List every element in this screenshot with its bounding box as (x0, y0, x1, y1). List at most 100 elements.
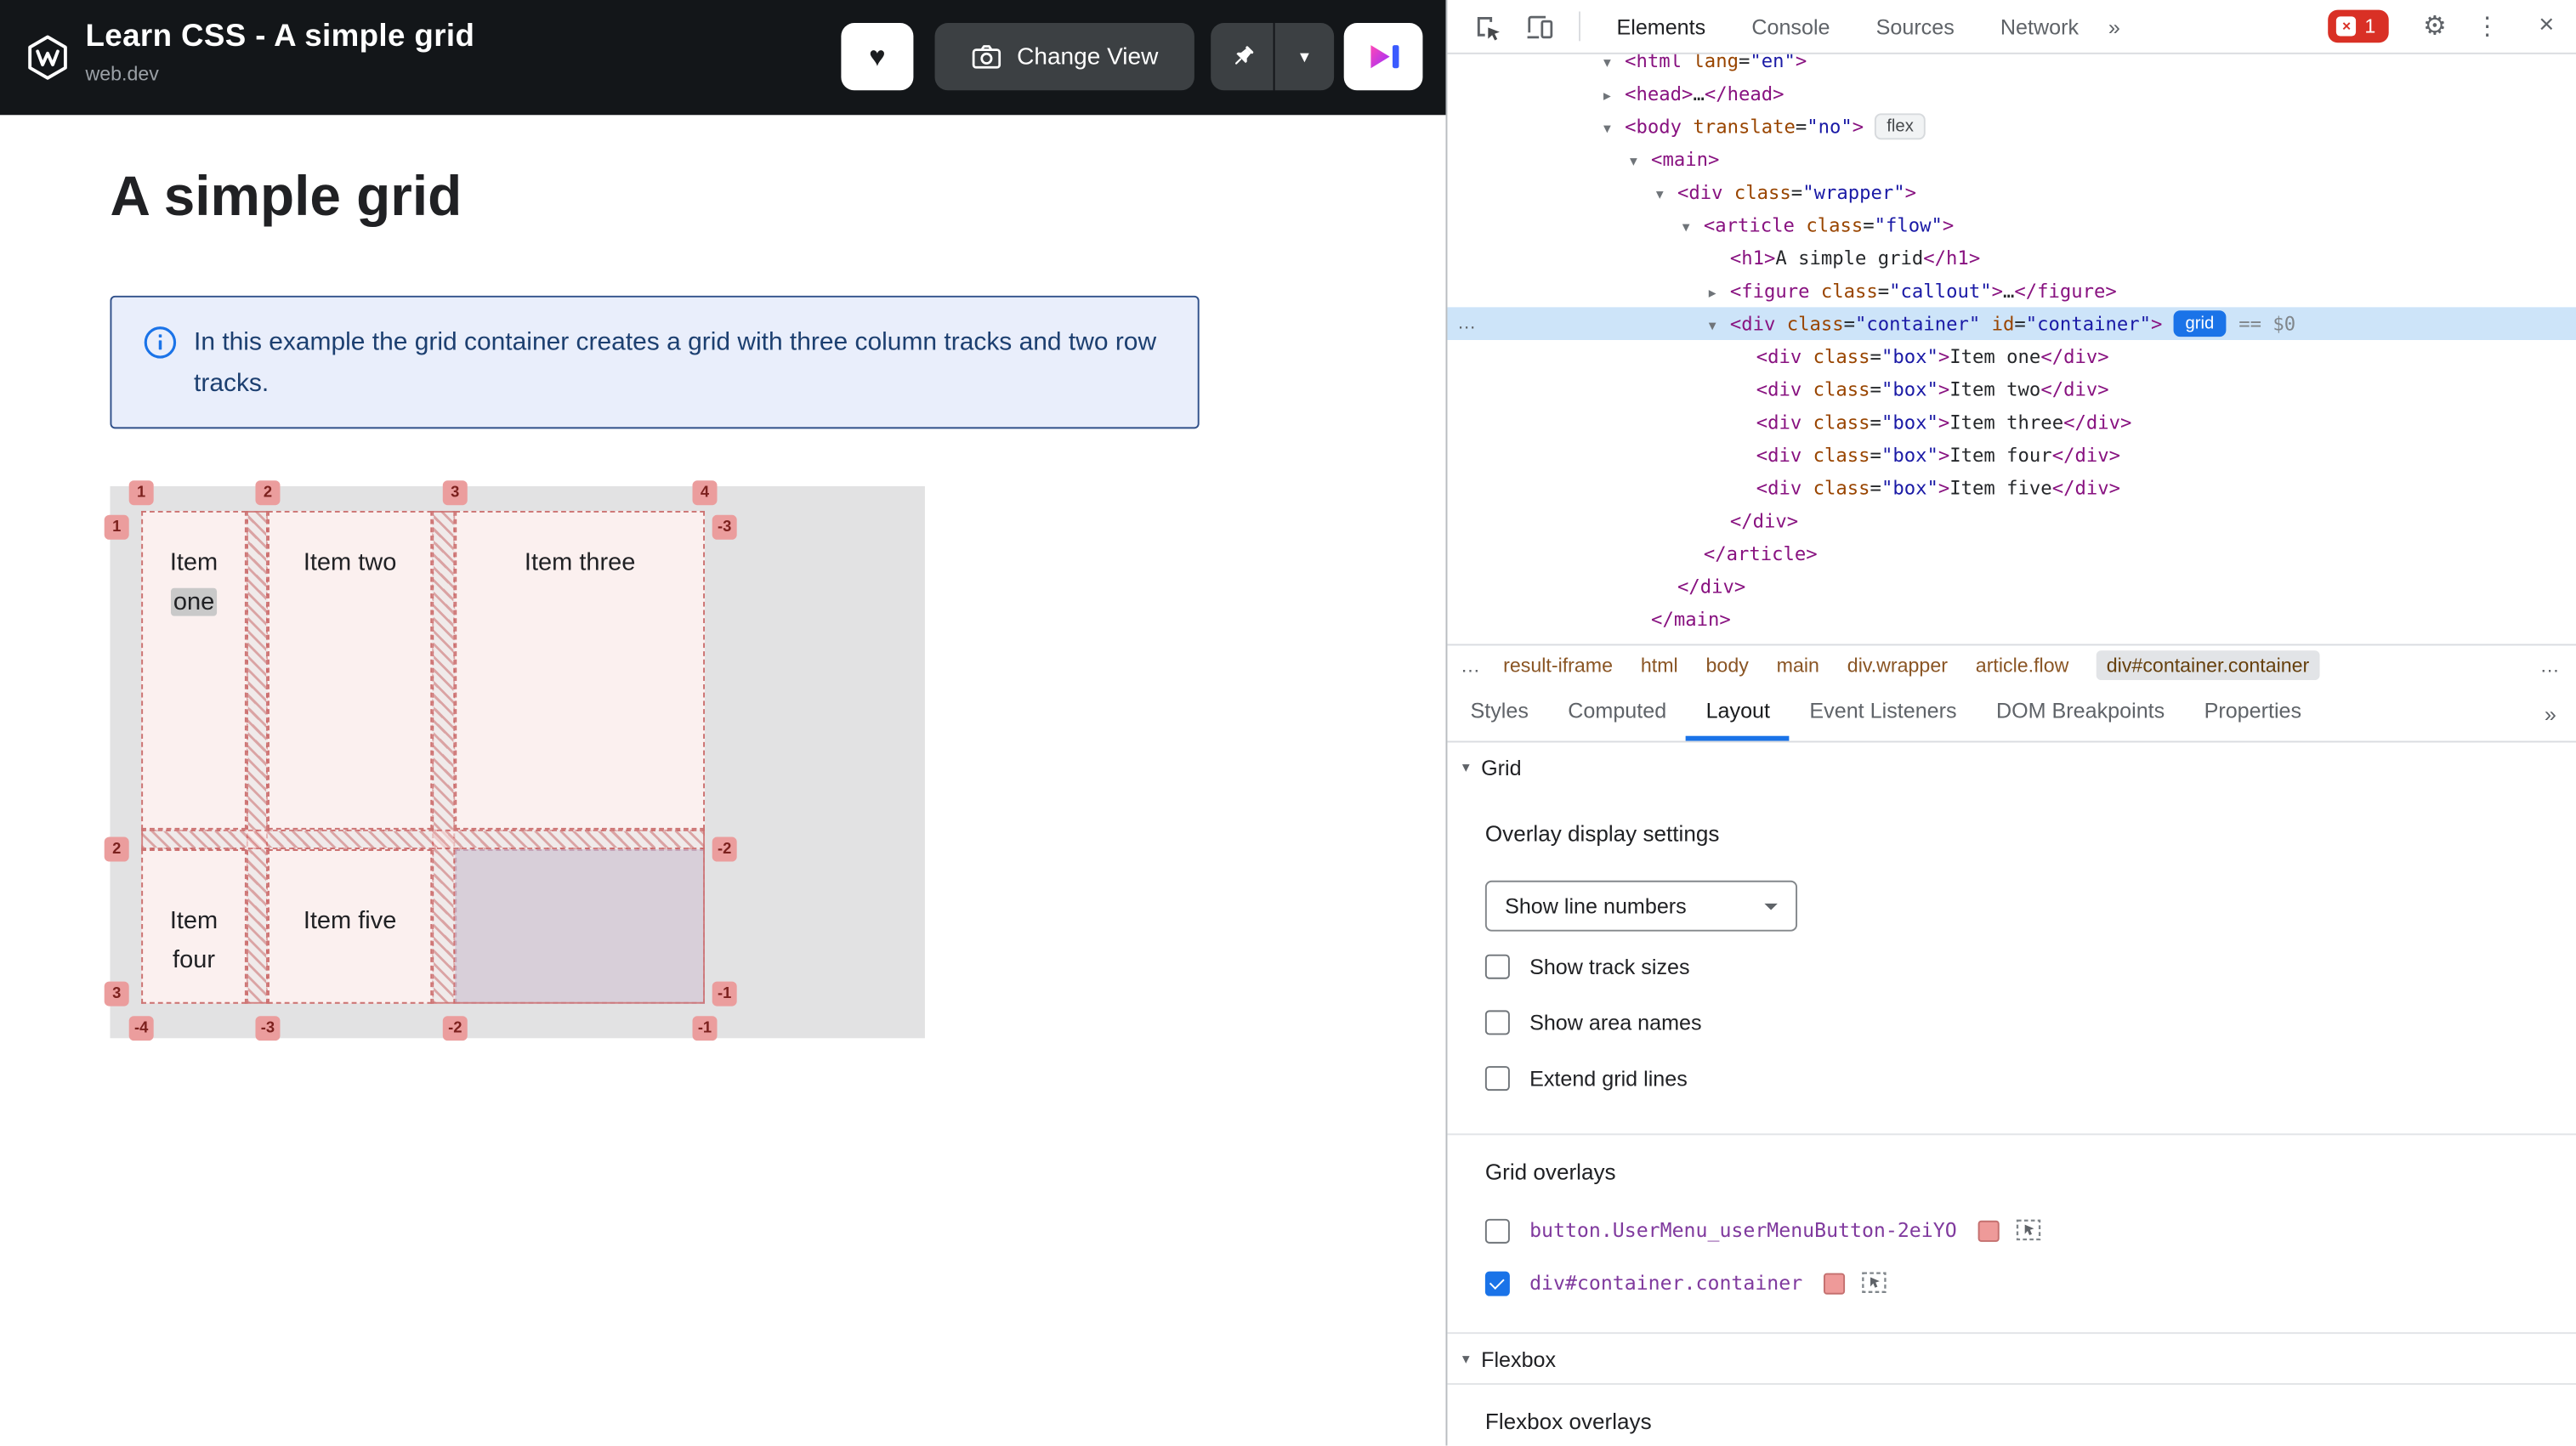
grid-overlay-row: button.UserMenu_userMenuButton-2eiYO (1484, 1209, 2042, 1251)
overlay-element-name: button.UserMenu_userMenuButton-2eiYO (1529, 1218, 1957, 1242)
dom-tree-node[interactable]: <div class="box">Item two</div> (1447, 373, 2576, 406)
dom-tree-node[interactable]: ▾ <article class="flow"> (1447, 208, 2576, 241)
breadcrumb-item[interactable]: result-iframe (1503, 654, 1613, 677)
sidebar-tab-computed[interactable]: Computed (1548, 685, 1686, 741)
dom-tree-node[interactable]: <div class="box">Item one</div> (1447, 340, 2576, 373)
checkbox-show-area-names[interactable] (1484, 1009, 1510, 1035)
expand-arrow-icon[interactable]: ▸ (1603, 79, 1625, 112)
line-numbers-select[interactable]: Show line numbers (1484, 880, 1798, 932)
grid-section-header[interactable]: ▾ Grid (1447, 742, 2576, 791)
dom-tree-node[interactable]: ▸ <figure class="callout">…</figure> (1447, 275, 2576, 308)
grid-line-number-badge: 2 (255, 480, 281, 506)
grid-line-number-badge: -3 (255, 1016, 281, 1041)
grid-line-number-badge: -3 (712, 514, 737, 540)
collapse-arrow-icon[interactable]: ▾ (1603, 54, 1625, 79)
dom-tree-node[interactable]: </div> (1447, 570, 2576, 604)
grid-line-number-badge: 1 (128, 480, 154, 506)
dom-tree-node[interactable]: <h1>A simple grid</h1> (1447, 241, 2576, 275)
collapse-arrow-icon[interactable]: ▾ (1603, 111, 1625, 145)
select-element-icon[interactable] (2016, 1219, 2042, 1242)
arrow-spacer (1735, 473, 1756, 507)
grid-column-gap-hatch (246, 510, 268, 1004)
sidebar-tab-layout[interactable]: Layout (1686, 685, 1790, 741)
arrow-spacer (1735, 440, 1756, 473)
collapse-arrow-icon[interactable]: ▾ (1682, 210, 1704, 243)
site-name: web.dev (85, 62, 159, 86)
checkbox-show-track-sizes[interactable] (1484, 953, 1510, 978)
inspect-element-icon[interactable] (1467, 7, 1506, 46)
breadcrumb-overflow-right-icon[interactable]: … (2539, 654, 2559, 677)
expand-arrow-icon[interactable]: ▸ (1709, 276, 1730, 309)
sidebar-more-tabs-icon[interactable]: » (2525, 685, 2576, 741)
breadcrumb-item[interactable]: div#container.container (2097, 650, 2319, 681)
overlay-color-swatch[interactable] (1824, 1272, 1846, 1294)
breadcrumb-overflow-icon[interactable]: … (1461, 654, 1480, 677)
tab-network[interactable]: Network (1977, 0, 2102, 53)
sidebar-tab-properties[interactable]: Properties (2184, 685, 2321, 741)
dom-tree-node[interactable]: <div class="box">Item four</div> (1447, 439, 2576, 472)
dom-tree-node[interactable]: … ▾ <div class="container" id="container">… (1447, 307, 2576, 342)
device-toolbar-icon[interactable] (1519, 7, 1558, 46)
overlay-checkbox[interactable] (1484, 1270, 1510, 1296)
more-tabs-icon[interactable]: » (2108, 14, 2120, 38)
breadcrumb-item[interactable]: body (1706, 654, 1749, 677)
dom-tree-node[interactable]: <div class="box">Item five</div> (1447, 472, 2576, 505)
sidebar-tab-event-listeners[interactable]: Event Listeners (1790, 685, 1977, 741)
flex-badge[interactable]: flex (1875, 113, 1926, 140)
grid-overlay-row: div#container.container (1484, 1262, 2042, 1304)
breadcrumb-bar: … result-iframe html body main div.wrapper art… (1447, 644, 2576, 685)
dom-tree-node[interactable]: ▾ <body translate="no"> flex (1447, 110, 2576, 143)
breadcrumb-item[interactable]: html (1641, 654, 1678, 677)
heart-icon: ♥ (869, 40, 886, 72)
select-element-icon[interactable] (1862, 1272, 1888, 1295)
collapse-arrow-icon[interactable]: ▾ (1630, 145, 1651, 178)
error-badge[interactable]: × 1 (2328, 9, 2389, 43)
overlay-checkbox[interactable] (1484, 1217, 1510, 1243)
tab-elements[interactable]: Elements (1593, 0, 1728, 53)
sidebar-tab-dom-breakpoints[interactable]: DOM Breakpoints (1977, 685, 2185, 741)
grid-line-number-badge: -2 (712, 836, 737, 862)
dom-tree-node[interactable]: </div> (1447, 504, 2576, 537)
triangle-down-icon: ▾ (1461, 757, 1470, 775)
grid-item: Item two (267, 510, 433, 830)
checkbox-extend-grid-lines[interactable] (1484, 1065, 1510, 1091)
callout-text: In this example the grid container creat… (194, 328, 1157, 398)
collapse-arrow-icon[interactable]: ▾ (1656, 178, 1677, 211)
tab-sources[interactable]: Sources (1853, 0, 1977, 53)
dom-tree-node[interactable]: ▾ <main> (1447, 143, 2576, 176)
grid-line-number-badge: 3 (104, 981, 129, 1007)
glitch-run-button[interactable] (1343, 23, 1423, 91)
dom-tree-node[interactable]: </main> (1447, 603, 2576, 636)
dom-tree-node[interactable]: ▾ <html lang="en"> (1447, 54, 2576, 77)
screenshot-stage: Learn CSS - A simple grid web.dev ♥ Chan… (0, 0, 2576, 1446)
grid-line-number-badge: -4 (128, 1016, 154, 1041)
grid-overlays-list: button.UserMenu_userMenuButton-2eiYO div#… (1484, 1209, 2042, 1314)
breadcrumb-item[interactable]: main (1777, 654, 1819, 677)
grid-line-number-badge: -2 (442, 1016, 468, 1041)
dom-tree-node[interactable]: <div class="box">Item three</div> (1447, 405, 2576, 439)
grid-badge[interactable]: grid (2173, 310, 2226, 337)
grid-section-label: Grid (1481, 754, 1522, 780)
change-view-button[interactable]: Change View (934, 23, 1194, 91)
collapse-arrow-icon[interactable]: ▾ (1709, 309, 1730, 342)
tab-console[interactable]: Console (1728, 0, 1853, 53)
breadcrumb-item[interactable]: article.flow (1976, 654, 2069, 677)
dom-tree-node[interactable]: ▸ <head>…</head> (1447, 77, 2576, 111)
pin-dropdown-button[interactable]: ▾ (1274, 23, 1335, 91)
overlay-color-swatch[interactable] (1977, 1219, 2000, 1241)
dom-tree-node[interactable]: ▾ <div class="wrapper"> (1447, 176, 2576, 209)
grid-overlays-title: Grid overlays (1484, 1160, 1616, 1185)
pin-button[interactable] (1211, 23, 1274, 91)
site-header: Learn CSS - A simple grid web.dev ♥ Chan… (0, 0, 1446, 116)
flexbox-section-header[interactable]: ▾ Flexbox (1447, 1332, 2576, 1386)
grid-line-number-badge: -1 (712, 981, 737, 1007)
sidebar-tab-styles[interactable]: Styles (1450, 685, 1548, 741)
settings-gear-icon[interactable]: ⚙ (2415, 7, 2454, 46)
checkbox-label: Extend grid lines (1529, 1065, 1688, 1091)
kebab-menu-icon[interactable]: ⋮ (2467, 7, 2506, 46)
dom-tree-node[interactable]: </article> (1447, 537, 2576, 570)
favorite-button[interactable]: ♥ (841, 23, 914, 91)
breadcrumb-item[interactable]: div.wrapper (1847, 654, 1948, 677)
node-actions-icon[interactable]: … (1457, 307, 1478, 340)
close-devtools-icon[interactable]: × (2527, 7, 2566, 46)
